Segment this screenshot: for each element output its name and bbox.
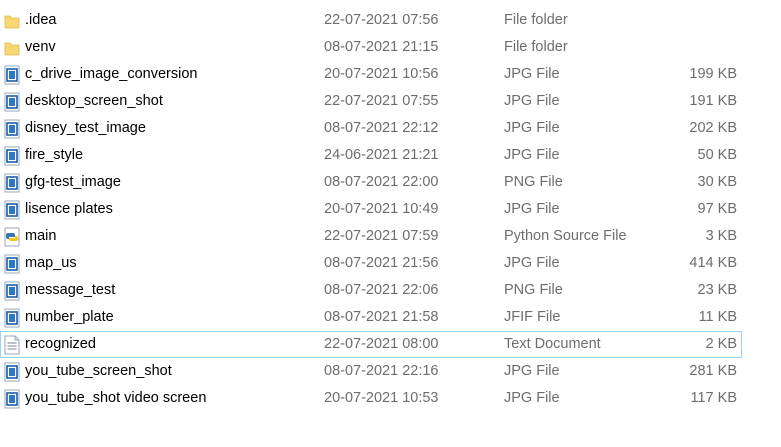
image-file-icon	[4, 362, 20, 382]
file-name: main	[25, 228, 57, 244]
file-row[interactable]: main 22-07-2021 07:59 Python Source File…	[0, 223, 742, 250]
file-size: 414 KB	[689, 255, 737, 271]
file-type: JPG File	[504, 390, 560, 406]
file-name: map_us	[25, 255, 77, 271]
image-file-icon	[4, 119, 20, 139]
file-name: .idea	[25, 12, 57, 28]
image-file-icon	[4, 173, 20, 193]
file-size: 3 KB	[705, 228, 737, 244]
file-row[interactable]: you_tube_screen_shot 08-07-2021 22:16 JP…	[0, 358, 742, 385]
file-date-modified: 22-07-2021 07:56	[324, 12, 439, 28]
file-type: File folder	[504, 12, 568, 28]
file-date-modified: 08-07-2021 22:12	[324, 120, 439, 136]
file-row[interactable]: lisence plates 20-07-2021 10:49 JPG File…	[0, 196, 742, 223]
file-type: PNG File	[504, 174, 563, 190]
file-type: JPG File	[504, 201, 560, 217]
image-file-icon	[4, 65, 20, 85]
file-date-modified: 08-07-2021 21:15	[324, 39, 439, 55]
file-date-modified: 08-07-2021 22:00	[324, 174, 439, 190]
file-date-modified: 08-07-2021 21:56	[324, 255, 439, 271]
image-file-icon	[4, 200, 20, 220]
file-size: 281 KB	[689, 363, 737, 379]
image-file-icon	[4, 254, 20, 274]
image-file-icon	[4, 281, 20, 301]
file-date-modified: 20-07-2021 10:49	[324, 201, 439, 217]
image-file-icon	[4, 146, 20, 166]
file-date-modified: 08-07-2021 21:58	[324, 309, 439, 325]
file-type: JPG File	[504, 66, 560, 82]
file-row[interactable]: fire_style 24-06-2021 21:21 JPG File 50 …	[0, 142, 742, 169]
file-name: you_tube_screen_shot	[25, 363, 172, 379]
file-row[interactable]: number_plate 08-07-2021 21:58 JFIF File …	[0, 304, 742, 331]
file-name: recognized	[25, 336, 96, 352]
file-row[interactable]: recognized 22-07-2021 08:00 Text Documen…	[0, 331, 742, 358]
file-name: fire_style	[25, 147, 84, 163]
image-file-icon	[4, 92, 20, 112]
file-type: PNG File	[504, 282, 563, 298]
file-name: c_drive_image_conversion	[25, 66, 198, 82]
file-row[interactable]: venv 08-07-2021 21:15 File folder	[0, 34, 742, 61]
image-file-icon	[4, 308, 20, 328]
file-row[interactable]: gfg-test_image 08-07-2021 22:00 PNG File…	[0, 169, 742, 196]
file-name: message_test	[25, 282, 116, 298]
file-name: disney_test_image	[25, 120, 146, 136]
file-type: JPG File	[504, 93, 560, 109]
file-date-modified: 08-07-2021 22:06	[324, 282, 439, 298]
file-date-modified: 08-07-2021 22:16	[324, 363, 439, 379]
file-row[interactable]: map_us 08-07-2021 21:56 JPG File 414 KB	[0, 250, 742, 277]
folder-icon	[4, 38, 20, 58]
file-size: 191 KB	[689, 93, 737, 109]
text-file-icon	[4, 335, 20, 355]
file-type: JPG File	[504, 363, 560, 379]
file-name: lisence plates	[25, 201, 113, 217]
file-date-modified: 22-07-2021 08:00	[324, 336, 439, 352]
file-list: .idea 22-07-2021 07:56 File folder venv …	[0, 7, 781, 412]
file-type: JFIF File	[504, 309, 561, 325]
python-file-icon	[4, 227, 20, 247]
file-date-modified: 24-06-2021 21:21	[324, 147, 439, 163]
file-size: 199 KB	[689, 66, 737, 82]
file-row[interactable]: disney_test_image 08-07-2021 22:12 JPG F…	[0, 115, 742, 142]
file-type: Text Document	[504, 336, 601, 352]
file-size: 11 KB	[698, 309, 737, 325]
file-date-modified: 20-07-2021 10:53	[324, 390, 439, 406]
file-name: gfg-test_image	[25, 174, 121, 190]
file-name: number_plate	[25, 309, 114, 325]
file-name: venv	[25, 39, 56, 55]
file-size: 50 KB	[697, 147, 738, 163]
image-file-icon	[4, 389, 20, 409]
file-type: File folder	[504, 39, 568, 55]
file-row[interactable]: .idea 22-07-2021 07:56 File folder	[0, 7, 742, 34]
file-row[interactable]: desktop_screen_shot 22-07-2021 07:55 JPG…	[0, 88, 742, 115]
file-type: JPG File	[504, 120, 560, 136]
file-size: 23 KB	[697, 282, 738, 298]
file-type: Python Source File	[504, 228, 627, 244]
file-date-modified: 22-07-2021 07:55	[324, 93, 439, 109]
file-row[interactable]: you_tube_shot video screen 20-07-2021 10…	[0, 385, 742, 412]
file-date-modified: 20-07-2021 10:56	[324, 66, 439, 82]
file-row[interactable]: message_test 08-07-2021 22:06 PNG File 2…	[0, 277, 742, 304]
file-size: 97 KB	[697, 201, 738, 217]
file-size: 202 KB	[689, 120, 737, 136]
file-size: 30 KB	[697, 174, 738, 190]
file-row[interactable]: c_drive_image_conversion 20-07-2021 10:5…	[0, 61, 742, 88]
file-size: 117 KB	[690, 390, 738, 406]
file-name: you_tube_shot video screen	[25, 390, 207, 406]
folder-icon	[4, 11, 20, 31]
file-size: 2 KB	[705, 336, 737, 352]
file-type: JPG File	[504, 255, 560, 271]
file-name: desktop_screen_shot	[25, 93, 163, 109]
file-date-modified: 22-07-2021 07:59	[324, 228, 439, 244]
file-type: JPG File	[504, 147, 560, 163]
